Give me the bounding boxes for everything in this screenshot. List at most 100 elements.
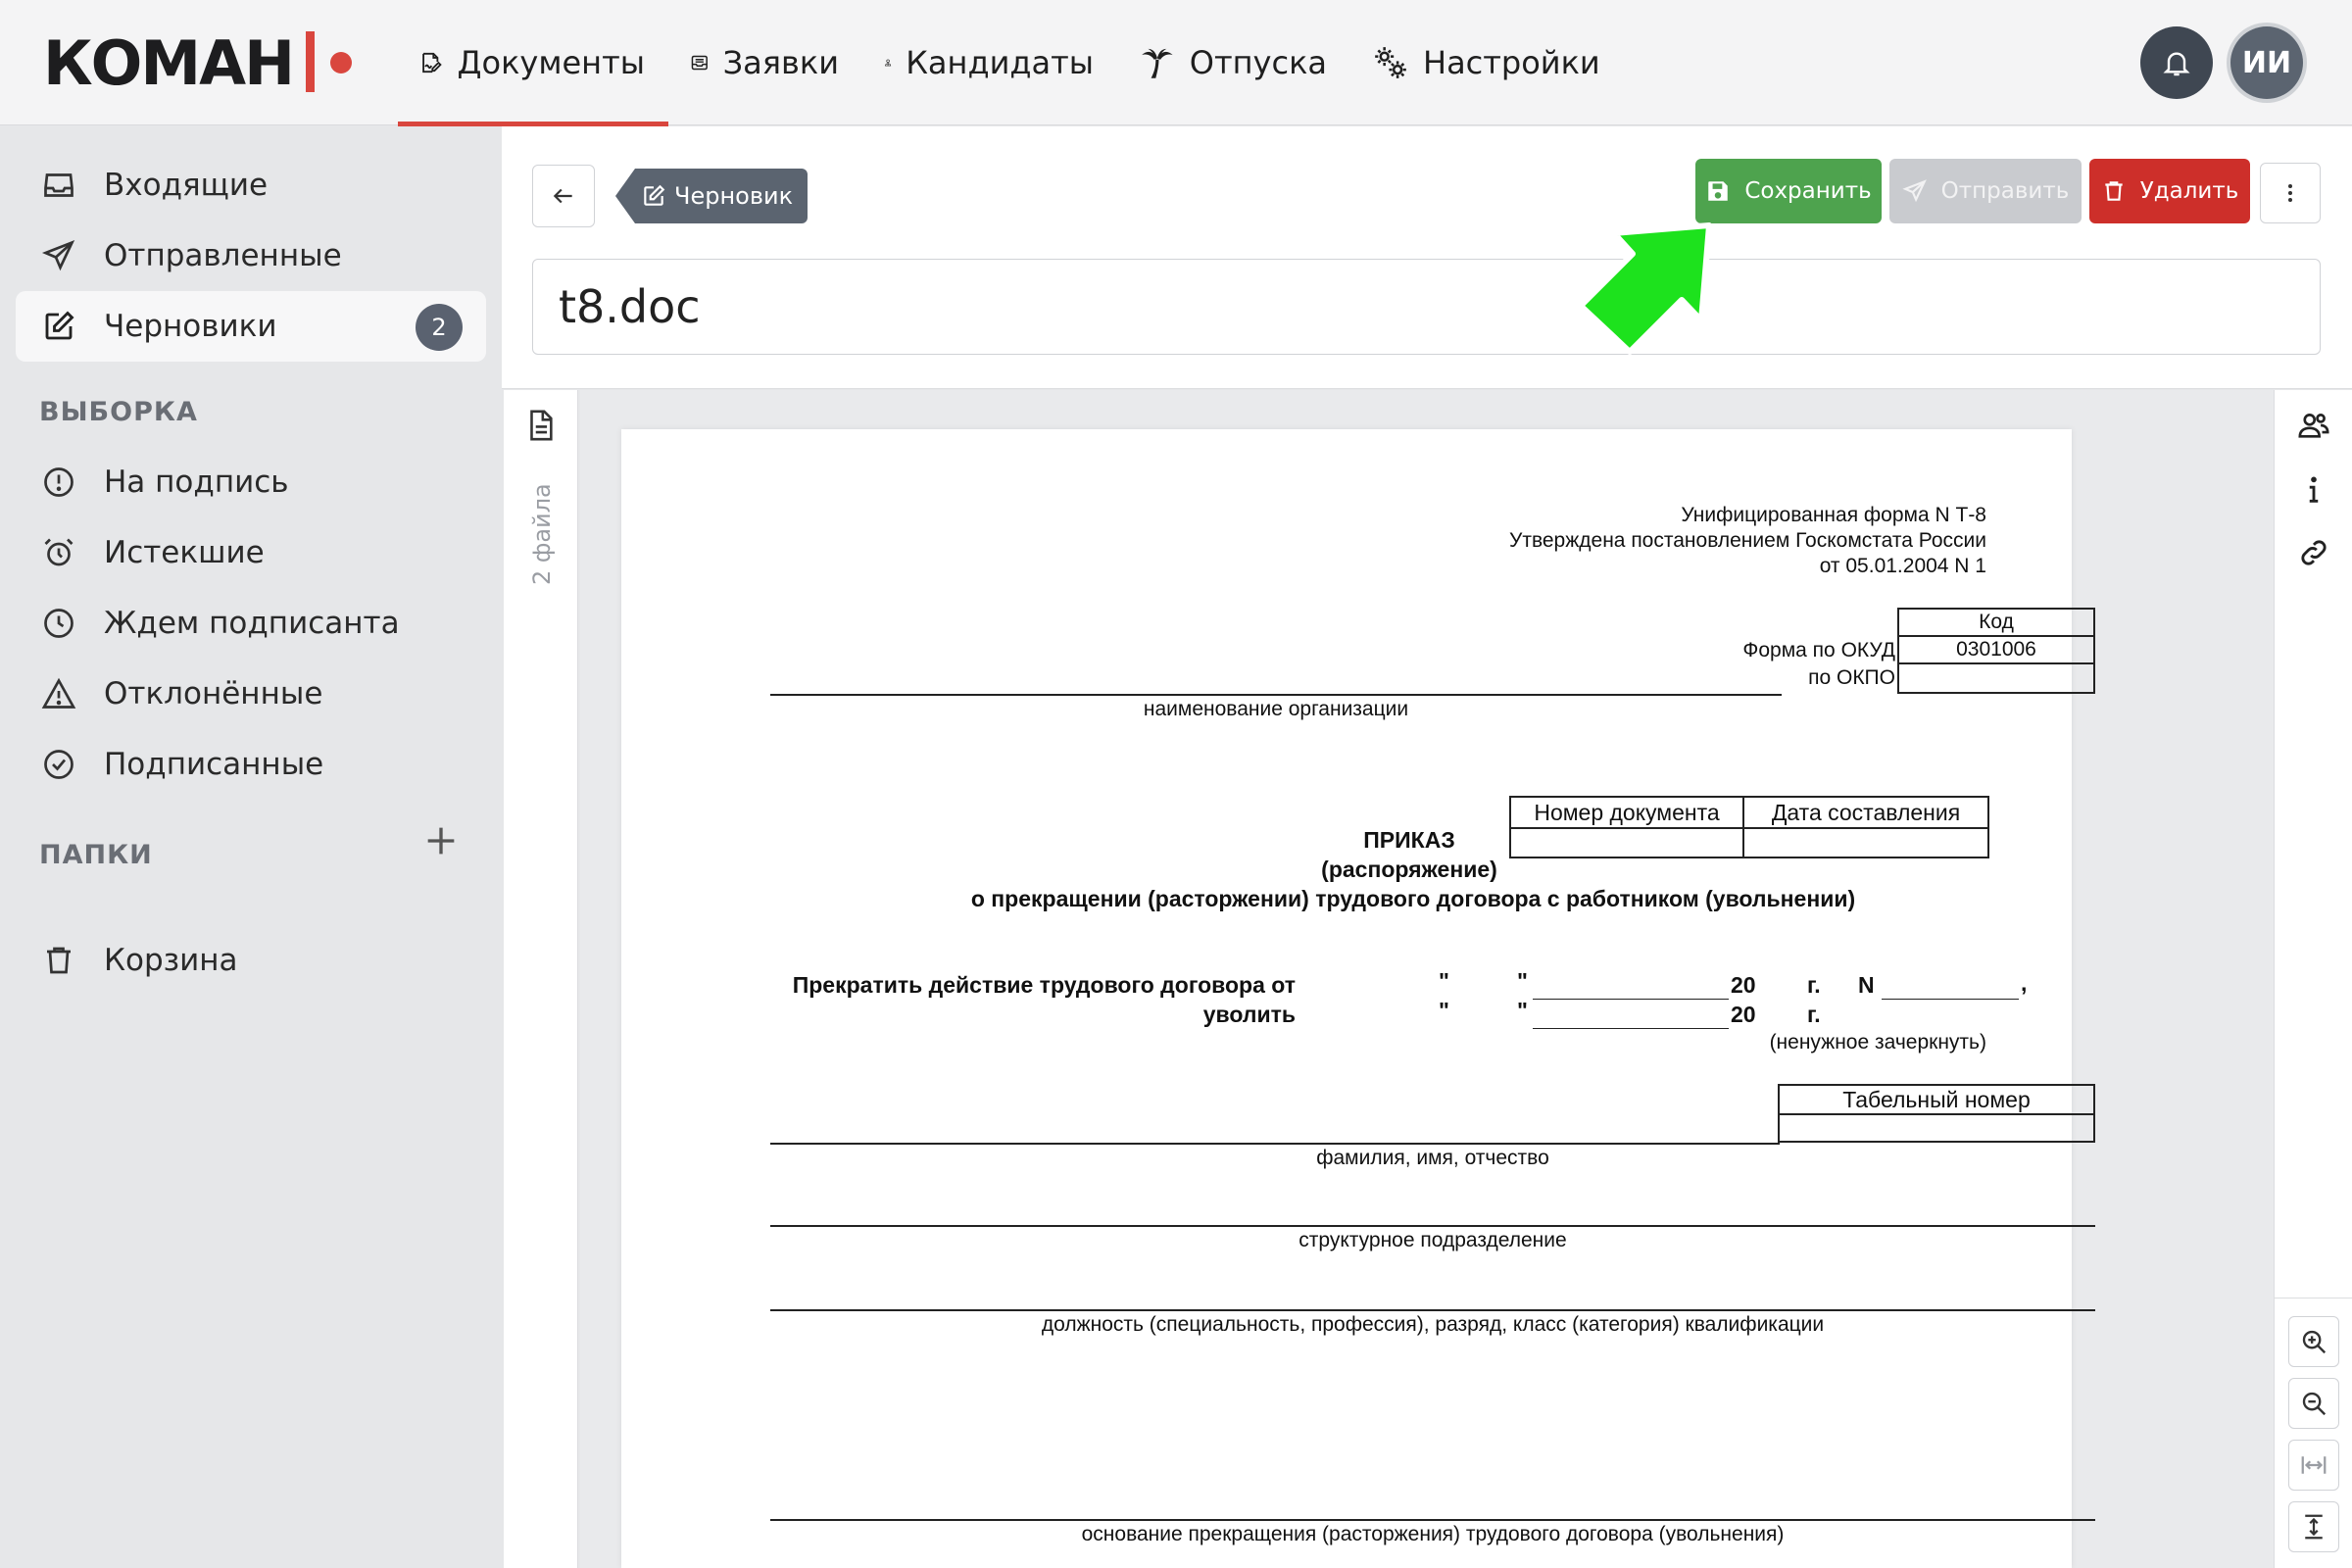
clock-icon xyxy=(44,609,74,638)
order-title: ПРИКАЗ xyxy=(1363,827,1455,853)
signers-button[interactable] xyxy=(2294,406,2333,445)
okud-code-cell: 0301006 xyxy=(1897,635,2095,664)
users-icon xyxy=(2298,414,2329,438)
position-caption: должность (специальность, профессия), ра… xyxy=(1041,1313,1825,1336)
more-options-button[interactable] xyxy=(2260,163,2321,223)
nav-item-candidates[interactable]: Кандидаты xyxy=(862,0,1117,125)
nav-item-vacations[interactable]: Отпуска xyxy=(1117,0,1350,125)
sidebar-item-label: Ждем подписанта xyxy=(104,606,400,641)
quote-open-1: " xyxy=(1439,968,1449,994)
sidebar-item-to-sign[interactable]: На подпись xyxy=(16,447,486,517)
sidebar-item-rejected[interactable]: Отклонённые xyxy=(16,659,486,729)
sidebar-item-sent[interactable]: Отправленные xyxy=(16,220,486,291)
fit-width-button[interactable] xyxy=(2288,1440,2339,1491)
top-header: КОМАН Документы Заявки Кандидаты Отпуска… xyxy=(0,0,2352,126)
fit-height-button[interactable] xyxy=(2288,1501,2339,1552)
edit-icon xyxy=(644,184,665,206)
form-header-line3: от 05.01.2004 N 1 xyxy=(1819,555,1986,577)
year-prefix-2: 20 xyxy=(1731,1002,1756,1027)
send-button[interactable]: Отправить xyxy=(1889,159,2082,223)
status-badge: Черновик xyxy=(615,169,808,223)
sidebar-item-inbox[interactable]: Входящие xyxy=(16,150,486,220)
fit-height-icon xyxy=(2305,1514,2323,1540)
document-page: Унифицированная форма N Т-8 Утверждена п… xyxy=(621,429,2095,1568)
strike-note: (ненужное зачеркнуть) xyxy=(1769,1031,1986,1054)
files-count-label[interactable]: 2 файла xyxy=(525,480,559,588)
quote-close-2: " xyxy=(1517,998,1528,1023)
inbox-tray-icon xyxy=(691,55,708,71)
nav-item-documents[interactable]: Документы xyxy=(398,0,668,126)
sidebar-item-expired[interactable]: Истекшие xyxy=(16,517,486,588)
nav-item-requests[interactable]: Заявки xyxy=(668,0,862,125)
zoom-out-button[interactable] xyxy=(2288,1378,2339,1429)
file-text-icon[interactable] xyxy=(523,408,557,443)
delete-button[interactable]: Удалить xyxy=(2089,159,2250,223)
basis-caption: основание прекращения (расторжения) труд… xyxy=(1081,1523,1785,1545)
zoom-in-button[interactable] xyxy=(2288,1316,2339,1367)
user-tie-icon xyxy=(885,59,892,67)
right-tools-rail xyxy=(2274,390,2352,1568)
nav-item-settings[interactable]: Настройки xyxy=(1350,0,1624,125)
sidebar-item-label: Черновики xyxy=(104,309,277,344)
sidebar-item-waiting-signer[interactable]: Ждем подписанта xyxy=(16,588,486,659)
sidebar-item-label: Подписанные xyxy=(104,747,324,782)
sidebar-item-label: На подпись xyxy=(104,465,289,500)
paper-plane-icon xyxy=(41,240,75,271)
user-avatar[interactable]: ИИ xyxy=(2230,26,2303,99)
status-badge-label: Черновик xyxy=(674,182,794,210)
send-button-label: Отправить xyxy=(1940,178,2070,204)
exclamation-circle-icon xyxy=(44,467,74,497)
year-suffix-2: г. xyxy=(1807,1002,1821,1027)
sidebar-item-drafts[interactable]: Черновики 2 xyxy=(16,291,486,362)
order-subtitle: (распоряжение) xyxy=(1321,857,1497,882)
form-header-line2: Утверждена постановлением Госкомстата Ро… xyxy=(1508,529,1986,552)
gears-icon xyxy=(1375,47,1406,78)
nav-label: Кандидаты xyxy=(906,44,1094,81)
okpo-code-cell xyxy=(1897,662,2095,694)
form-header-line1: Унифицированная форма N Т-8 xyxy=(1681,504,1986,526)
okud-label: Форма по ОКУД xyxy=(1742,639,1895,662)
doc-date-header-cell: Дата составления xyxy=(1742,796,1989,829)
logo-dot-mark xyxy=(330,52,352,74)
nav-label: Документы xyxy=(457,44,646,81)
doc-number-header-cell: Номер документа xyxy=(1509,796,1744,829)
basis-line xyxy=(770,1519,2095,1521)
filter-section-title: ВЫБОРКА xyxy=(39,397,198,427)
dismiss-date-line xyxy=(1533,1028,1729,1029)
document-sign-icon xyxy=(422,52,442,74)
nav-label: Отпуска xyxy=(1189,44,1327,81)
org-name-caption: наименование организации xyxy=(1143,698,1409,720)
arrow-left-icon xyxy=(553,188,572,204)
zoom-in-icon xyxy=(2302,1330,2327,1354)
quote-close-1: " xyxy=(1517,968,1528,994)
document-title-input[interactable] xyxy=(532,259,2321,355)
tab-number-header-cell: Табельный номер xyxy=(1778,1084,2095,1115)
alarm-clock-icon xyxy=(44,538,74,566)
files-rail: 2 файла xyxy=(504,390,578,1568)
terminate-label: Прекратить действие трудового договора о… xyxy=(792,972,1296,998)
info-button[interactable] xyxy=(2294,470,2333,510)
add-folder-plus-icon[interactable] xyxy=(421,821,461,860)
sidebar-item-label: Входящие xyxy=(104,168,269,203)
annotation-arrow-icon xyxy=(1578,222,1712,355)
year-suffix-1: г. xyxy=(1807,972,1821,998)
sidebar-item-label: Отправленные xyxy=(104,238,342,273)
okpo-label: по ОКПО xyxy=(1808,666,1895,689)
warning-triangle-icon xyxy=(41,677,76,709)
fio-caption: фамилия, имя, отчество xyxy=(1316,1147,1549,1169)
fit-width-icon xyxy=(2301,1456,2327,1474)
doc-date-cell xyxy=(1742,827,1989,858)
more-vertical-icon xyxy=(2288,184,2292,202)
trash-icon xyxy=(47,947,71,974)
zoom-out-icon xyxy=(2302,1392,2327,1416)
sidebar-item-label: Корзина xyxy=(104,943,238,978)
quote-open-2: " xyxy=(1439,998,1449,1023)
brand-logo[interactable]: КОМАН xyxy=(43,27,295,99)
inbox-icon xyxy=(44,173,74,197)
floppy-disk-icon xyxy=(1708,181,1729,201)
sidebar-item-trash[interactable]: Корзина xyxy=(16,925,486,996)
sidebar-item-signed[interactable]: Подписанные xyxy=(16,729,486,800)
link-button[interactable] xyxy=(2294,533,2333,572)
back-button[interactable] xyxy=(532,165,595,227)
notifications-button[interactable] xyxy=(2140,26,2213,99)
